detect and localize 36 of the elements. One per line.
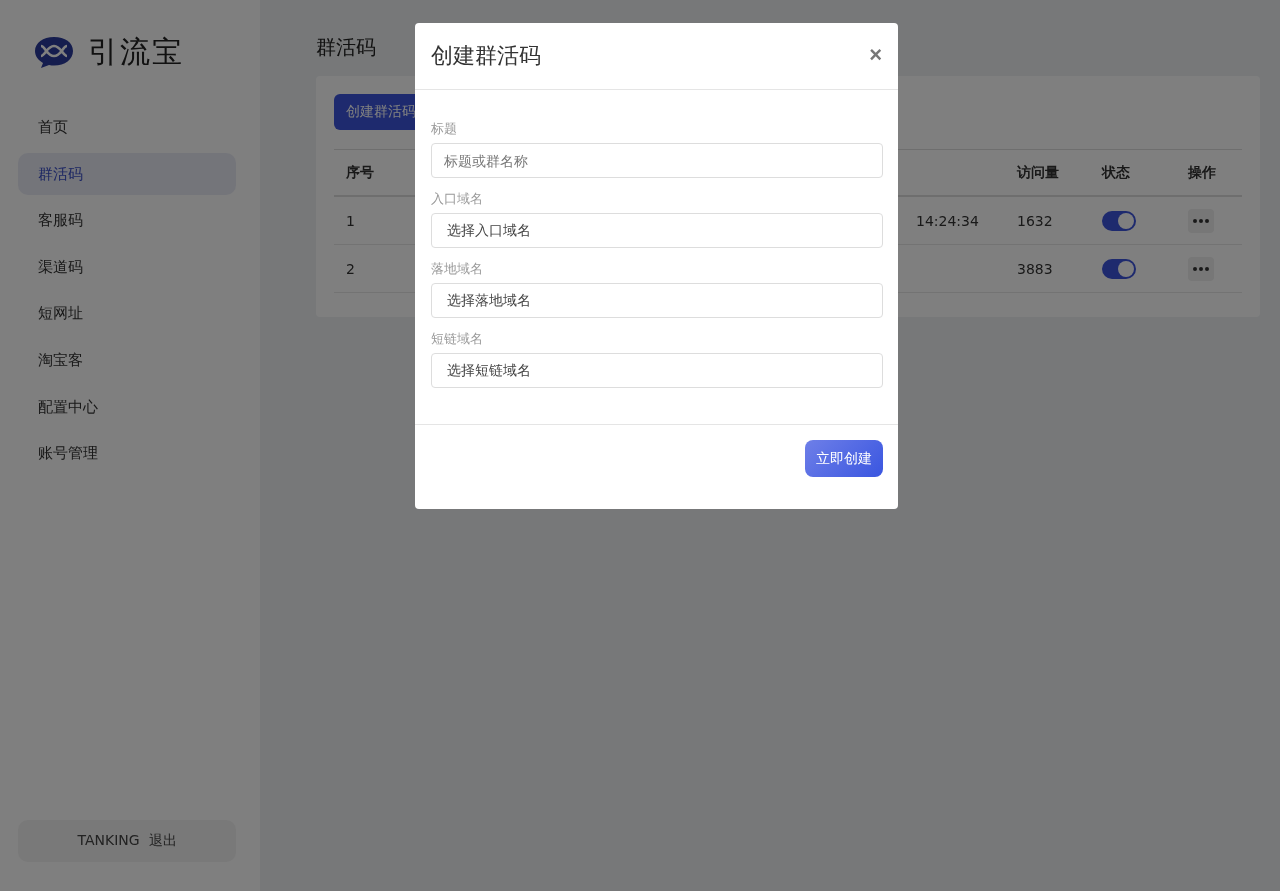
- sidebar-item[interactable]: 短网址: [18, 292, 236, 335]
- sidebar-item[interactable]: 配置中心: [18, 385, 236, 428]
- create-now-button[interactable]: 立即创建: [805, 440, 883, 477]
- logo-icon: [34, 35, 74, 69]
- logout-button[interactable]: TANKING 退出: [18, 820, 236, 862]
- field-label: 短链域名: [431, 330, 484, 348]
- table-cell: 2: [346, 260, 355, 277]
- column-header: 操作: [1188, 163, 1217, 182]
- column-header: 访问量: [1017, 163, 1060, 182]
- table-cell: 1632: [1017, 212, 1053, 229]
- input-field[interactable]: 标题或群名称: [431, 143, 883, 178]
- select-field[interactable]: 选择落地域名: [431, 283, 883, 318]
- field-label: 入口域名: [431, 190, 484, 208]
- field-label: 落地域名: [431, 260, 484, 278]
- more-button[interactable]: [1188, 256, 1214, 281]
- table-cell: 3883: [1017, 260, 1053, 277]
- sidebar-item[interactable]: 客服码: [18, 199, 236, 242]
- sidebar-item[interactable]: 群活码: [18, 152, 236, 195]
- dialog-title: 创建群活码: [431, 42, 541, 70]
- brand-name: 引流宝: [88, 32, 184, 71]
- column-header: 状态: [1102, 163, 1131, 182]
- field-label: 标题: [431, 120, 458, 138]
- more-button[interactable]: [1188, 208, 1214, 233]
- table-cell: 1: [346, 212, 355, 229]
- sidebar-item[interactable]: 账号管理: [18, 432, 236, 475]
- sidebar-item[interactable]: 渠道码: [18, 245, 236, 288]
- toggle-switch[interactable]: [1102, 210, 1136, 231]
- table-cell: 14:24:34: [916, 212, 979, 229]
- select-field[interactable]: 选择短链域名: [431, 353, 883, 388]
- column-header: 序号: [345, 163, 375, 182]
- toggle-switch[interactable]: [1102, 258, 1136, 279]
- page-title: 群活码: [316, 34, 376, 61]
- sidebar-item[interactable]: 首页: [18, 106, 236, 148]
- select-field[interactable]: 选择入口域名: [431, 213, 883, 248]
- sidebar-item[interactable]: 淘宝客: [18, 338, 236, 381]
- close-button[interactable]: ×: [869, 42, 882, 70]
